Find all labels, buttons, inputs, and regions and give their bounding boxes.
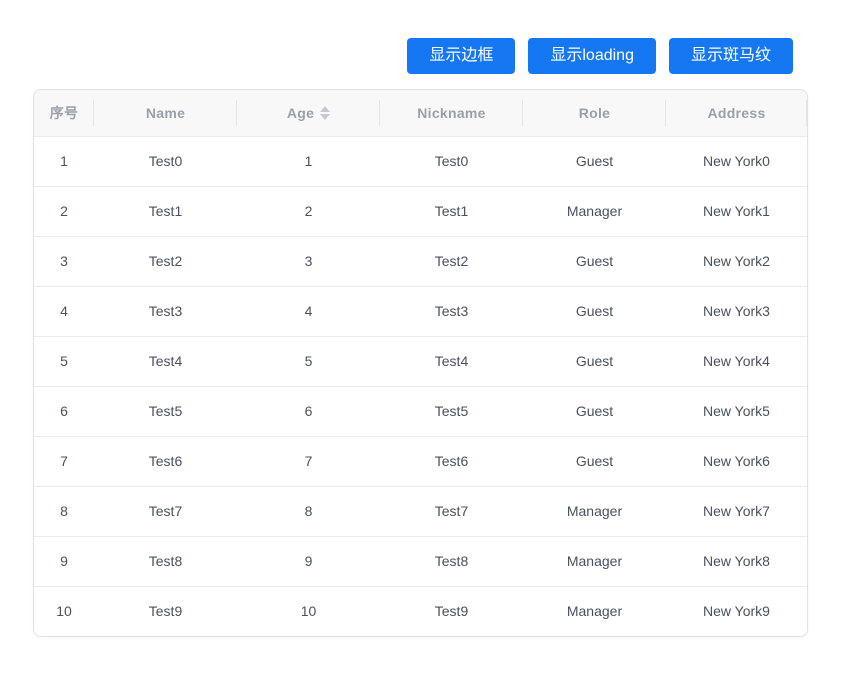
column-header-label: Role — [579, 105, 611, 121]
column-header-nickname: Nickname — [380, 90, 523, 136]
table-cell-nickname: Test0 — [380, 136, 523, 186]
table-cell-age: 3 — [237, 236, 380, 286]
table-cell-role: Manager — [523, 486, 666, 536]
table-cell-name: Test4 — [94, 336, 237, 386]
table-cell-index: 8 — [34, 486, 94, 536]
table-cell-index: 4 — [34, 286, 94, 336]
table-cell-age: 9 — [237, 536, 380, 586]
table-header: 序号 Name Age Nickname Role Address — [34, 90, 807, 136]
table-cell-nickname: Test4 — [380, 336, 523, 386]
table-cell-nickname: Test2 — [380, 236, 523, 286]
table-cell-name: Test3 — [94, 286, 237, 336]
table-row: 7Test67Test6GuestNew York6 — [34, 436, 807, 486]
table-cell-name: Test7 — [94, 486, 237, 536]
column-header-role: Role — [523, 90, 666, 136]
table-cell-address: New York2 — [666, 236, 807, 286]
table-cell-index: 7 — [34, 436, 94, 486]
table-cell-age: 4 — [237, 286, 380, 336]
table-cell-address: New York4 — [666, 336, 807, 386]
column-header-label: Address — [707, 105, 765, 121]
data-table: 序号NameAgeNicknameRoleAddress 1Test01Test… — [33, 89, 808, 637]
column-header-label: 序号 — [50, 105, 79, 121]
table-cell-name: Test0 — [94, 136, 237, 186]
table-row: 6Test56Test5GuestNew York5 — [34, 386, 807, 436]
toolbar-button-1[interactable]: 显示loading — [528, 38, 656, 74]
table-row: 4Test34Test3GuestNew York3 — [34, 286, 807, 336]
header-row: 序号 Name Age Nickname Role Address — [34, 90, 807, 136]
table-row: 2Test12Test1ManagerNew York1 — [34, 186, 807, 236]
table-cell-index: 1 — [34, 136, 94, 186]
table-cell-nickname: Test9 — [380, 586, 523, 636]
table-cell-nickname: Test8 — [380, 536, 523, 586]
table-cell-index: 3 — [34, 236, 94, 286]
toolbar-button-2[interactable]: 显示斑马纹 — [669, 38, 793, 74]
table-cell-nickname: Test6 — [380, 436, 523, 486]
table-cell-name: Test1 — [94, 186, 237, 236]
table-row: 1Test01Test0GuestNew York0 — [34, 136, 807, 186]
column-header-label: Nickname — [417, 105, 486, 121]
table-row: 8Test78Test7ManagerNew York7 — [34, 486, 807, 536]
table-cell-address: New York6 — [666, 436, 807, 486]
table-cell-age: 7 — [237, 436, 380, 486]
table-cell-age: 10 — [237, 586, 380, 636]
table-cell-age: 8 — [237, 486, 380, 536]
table-cell-index: 9 — [34, 536, 94, 586]
table-cell-role: Manager — [523, 186, 666, 236]
table-row: 9Test89Test8ManagerNew York8 — [34, 536, 807, 586]
table-cell-age: 1 — [237, 136, 380, 186]
table-cell-name: Test5 — [94, 386, 237, 436]
table-cell-age: 5 — [237, 336, 380, 386]
table-cell-address: New York8 — [666, 536, 807, 586]
table-cell-name: Test9 — [94, 586, 237, 636]
table-cell-address: New York9 — [666, 586, 807, 636]
table-cell-index: 2 — [34, 186, 94, 236]
table-cell-role: Guest — [523, 336, 666, 386]
table-cell-address: New York3 — [666, 286, 807, 336]
sort-caret-up-icon[interactable] — [320, 106, 330, 112]
table-row: 5Test45Test4GuestNew York4 — [34, 336, 807, 386]
table-row: 10Test910Test9ManagerNew York9 — [34, 586, 807, 636]
table-cell-role: Guest — [523, 386, 666, 436]
column-header-index: 序号 — [34, 90, 94, 136]
column-header-age[interactable]: Age — [237, 90, 380, 136]
column-header-address: Address — [666, 90, 807, 136]
table-cell-index: 10 — [34, 586, 94, 636]
table-cell-name: Test8 — [94, 536, 237, 586]
table-cell-role: Guest — [523, 136, 666, 186]
table-cell-address: New York0 — [666, 136, 807, 186]
table-cell-nickname: Test5 — [380, 386, 523, 436]
table-cell-address: New York1 — [666, 186, 807, 236]
table-cell-nickname: Test7 — [380, 486, 523, 536]
table-cell-nickname: Test3 — [380, 286, 523, 336]
column-header-label: Age — [287, 105, 314, 121]
sort-caret-down-icon[interactable] — [320, 114, 330, 120]
table-cell-role: Guest — [523, 286, 666, 336]
table-cell-role: Guest — [523, 436, 666, 486]
table-row: 3Test23Test2GuestNew York2 — [34, 236, 807, 286]
toolbar: 显示边框显示loading 显示斑马纹 — [407, 38, 793, 74]
column-header-name: Name — [94, 90, 237, 136]
table-cell-name: Test6 — [94, 436, 237, 486]
table-cell-address: New York5 — [666, 386, 807, 436]
table-cell-index: 6 — [34, 386, 94, 436]
column-header-label: Name — [146, 105, 185, 121]
table-cell-role: Manager — [523, 536, 666, 586]
table-cell-index: 5 — [34, 336, 94, 386]
table-cell-age: 6 — [237, 386, 380, 436]
table-cell-role: Manager — [523, 586, 666, 636]
toolbar-button-0[interactable]: 显示边框 — [407, 38, 515, 74]
table-cell-name: Test2 — [94, 236, 237, 286]
table: 序号NameAgeNicknameRoleAddress 1Test01Test… — [34, 90, 807, 636]
table-cell-nickname: Test1 — [380, 186, 523, 236]
sort-control[interactable] — [320, 106, 330, 120]
table-cell-role: Guest — [523, 236, 666, 286]
table-body: 1Test01Test0GuestNew York02Test12Test1Ma… — [34, 136, 807, 636]
table-cell-address: New York7 — [666, 486, 807, 536]
table-cell-age: 2 — [237, 186, 380, 236]
